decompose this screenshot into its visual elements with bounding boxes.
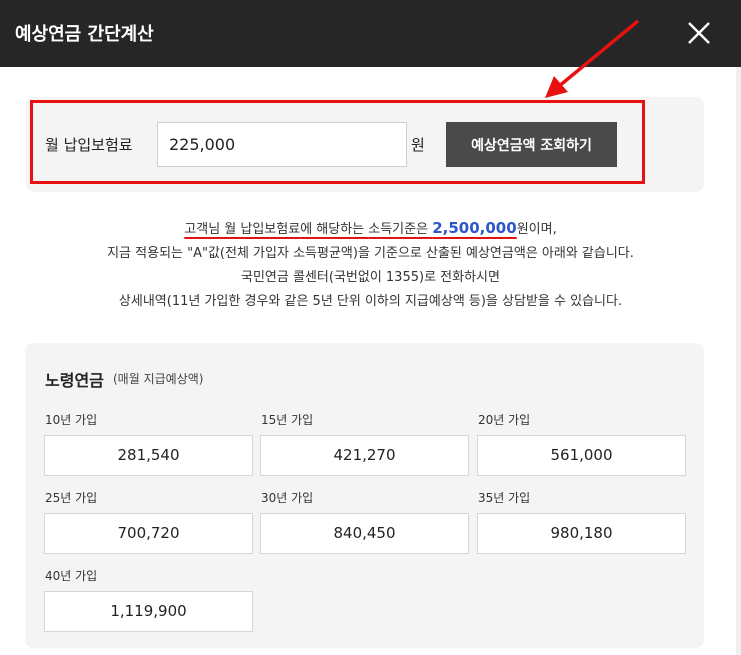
pension-label-20: 20년 가입	[478, 413, 531, 427]
pension-label-30: 30년 가입	[261, 491, 314, 505]
info-line-1: 고객님 월 납입보험료에 해당하는 소득기준은 2,500,000원이며,	[0, 216, 741, 242]
pension-value-30: 840,450	[260, 513, 469, 554]
pension-title: 노령연금	[45, 371, 104, 390]
modal-title: 예상연금 간단계산	[15, 24, 154, 45]
info-text: 고객님 월 납입보험료에 해당하는 소득기준은 2,500,000원이며, 지금…	[0, 216, 741, 314]
pension-label-15: 15년 가입	[261, 413, 314, 427]
query-button[interactable]: 예상연금액 조회하기	[446, 122, 617, 167]
pension-label-35: 35년 가입	[478, 491, 531, 505]
pension-value-10: 281,540	[44, 435, 253, 476]
close-button[interactable]	[684, 18, 714, 48]
income-amount: 2,500,000	[432, 219, 517, 237]
info-l1-c: 소득기준은	[368, 222, 429, 237]
scrollbar[interactable]	[736, 67, 741, 655]
pension-label-40: 40년 가입	[45, 569, 98, 583]
pension-value-35: 980,180	[477, 513, 686, 554]
pension-value-40: 1,119,900	[44, 591, 253, 632]
info-line-3: 국민연금 콜센터(국번없이 1355)로 전화하시면	[241, 270, 500, 285]
info-l1-b: 에 해당하는	[300, 222, 369, 237]
premium-input[interactable]	[157, 122, 407, 167]
info-underlined: 고객님 월 납입보험료에 해당하는 소득기준은 2,500,000	[184, 219, 517, 237]
premium-label: 월 납입보험료	[45, 136, 133, 154]
pension-value-25: 700,720	[44, 513, 253, 554]
info-line-2: 지금 적용되는 "A"값(전체 가입자 소득평균액)을 기준으로 산출된 예상연…	[107, 246, 634, 261]
info-l1-d: 원이며,	[516, 222, 557, 237]
info-l1-a: 고객님 월 납입보험료	[184, 222, 301, 237]
modal-header: 예상연금 간단계산	[0, 0, 741, 67]
pension-label-25: 25년 가입	[45, 491, 98, 505]
pension-subtitle: (매월 지급예상액)	[113, 372, 204, 386]
pension-value-15: 421,270	[260, 435, 469, 476]
pension-label-10: 10년 가입	[45, 413, 98, 427]
unit-label: 원	[411, 136, 425, 154]
pension-value-20: 561,000	[477, 435, 686, 476]
close-icon	[688, 22, 710, 44]
info-line-4: 상세내역(11년 가입한 경우와 같은 5년 단위 이하의 지급예상액 등)을 …	[118, 294, 623, 309]
